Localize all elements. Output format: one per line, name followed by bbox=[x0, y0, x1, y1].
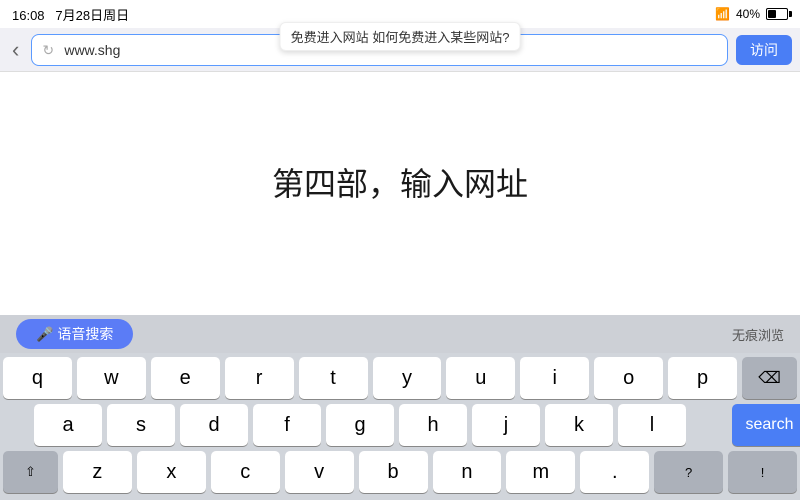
key-c[interactable]: c bbox=[211, 451, 280, 493]
search-key[interactable]: search bbox=[732, 404, 800, 446]
key-x[interactable]: x bbox=[137, 451, 206, 493]
key-l[interactable]: l bbox=[618, 404, 686, 446]
key-period[interactable]: . bbox=[580, 451, 649, 493]
keyboard-toolbar: 🎤 语音搜索 无痕浏览 bbox=[0, 315, 800, 353]
backspace-key[interactable]: ⌫ bbox=[742, 357, 797, 399]
key-j[interactable]: j bbox=[472, 404, 540, 446]
key-row-2: a s d f g h j k l search bbox=[3, 404, 797, 446]
key-p[interactable]: p bbox=[668, 357, 737, 399]
key-row-3: ⇧ z x c v b n m . ? ! bbox=[3, 451, 797, 493]
shift-key[interactable]: ⇧ bbox=[3, 451, 58, 493]
status-time-date: 16:08 7月28日周日 bbox=[12, 5, 129, 24]
incognito-label: 无痕浏览 bbox=[732, 325, 784, 344]
key-h[interactable]: h bbox=[399, 404, 467, 446]
key-e[interactable]: e bbox=[151, 357, 220, 399]
keyboard-container: 🎤 语音搜索 无痕浏览 q w e r t y u i o p ⌫ a s d … bbox=[0, 315, 800, 500]
key-y[interactable]: y bbox=[373, 357, 442, 399]
status-time: 16:08 bbox=[12, 8, 45, 23]
visit-button[interactable]: 访问 bbox=[736, 35, 792, 65]
key-v[interactable]: v bbox=[285, 451, 354, 493]
content-area: 第四部，输入网址 bbox=[0, 72, 800, 292]
key-question[interactable]: ? bbox=[654, 451, 723, 493]
battery-icon bbox=[766, 8, 788, 20]
key-exclaim[interactable]: ! bbox=[728, 451, 797, 493]
key-b[interactable]: b bbox=[359, 451, 428, 493]
key-k[interactable]: k bbox=[545, 404, 613, 446]
key-t[interactable]: t bbox=[299, 357, 368, 399]
key-u[interactable]: u bbox=[446, 357, 515, 399]
key-i[interactable]: i bbox=[520, 357, 589, 399]
key-q[interactable]: q bbox=[3, 357, 72, 399]
status-date: 7月28日周日 bbox=[55, 8, 129, 23]
wifi-icon: 📶 bbox=[715, 7, 730, 21]
main-text: 第四部，输入网址 bbox=[272, 159, 528, 205]
key-f[interactable]: f bbox=[253, 404, 321, 446]
key-n[interactable]: n bbox=[433, 451, 502, 493]
battery-percent: 40% bbox=[736, 7, 760, 21]
keyboard: q w e r t y u i o p ⌫ a s d f g h j k l … bbox=[0, 353, 800, 500]
status-icons: 📶 40% bbox=[715, 7, 788, 21]
key-a[interactable]: a bbox=[34, 404, 102, 446]
key-g[interactable]: g bbox=[326, 404, 394, 446]
key-w[interactable]: w bbox=[77, 357, 146, 399]
key-z[interactable]: z bbox=[63, 451, 132, 493]
key-d[interactable]: d bbox=[180, 404, 248, 446]
key-m[interactable]: m bbox=[506, 451, 575, 493]
key-o[interactable]: o bbox=[594, 357, 663, 399]
voice-search-button[interactable]: 🎤 语音搜索 bbox=[16, 319, 133, 349]
key-s[interactable]: s bbox=[107, 404, 175, 446]
back-button[interactable]: ‹ bbox=[8, 37, 23, 63]
reload-icon[interactable]: ↻ bbox=[42, 42, 58, 58]
key-row-1: q w e r t y u i o p ⌫ bbox=[3, 357, 797, 399]
key-r[interactable]: r bbox=[225, 357, 294, 399]
tooltip: 免费进入网站 如何免费进入某些网站? bbox=[280, 22, 521, 51]
